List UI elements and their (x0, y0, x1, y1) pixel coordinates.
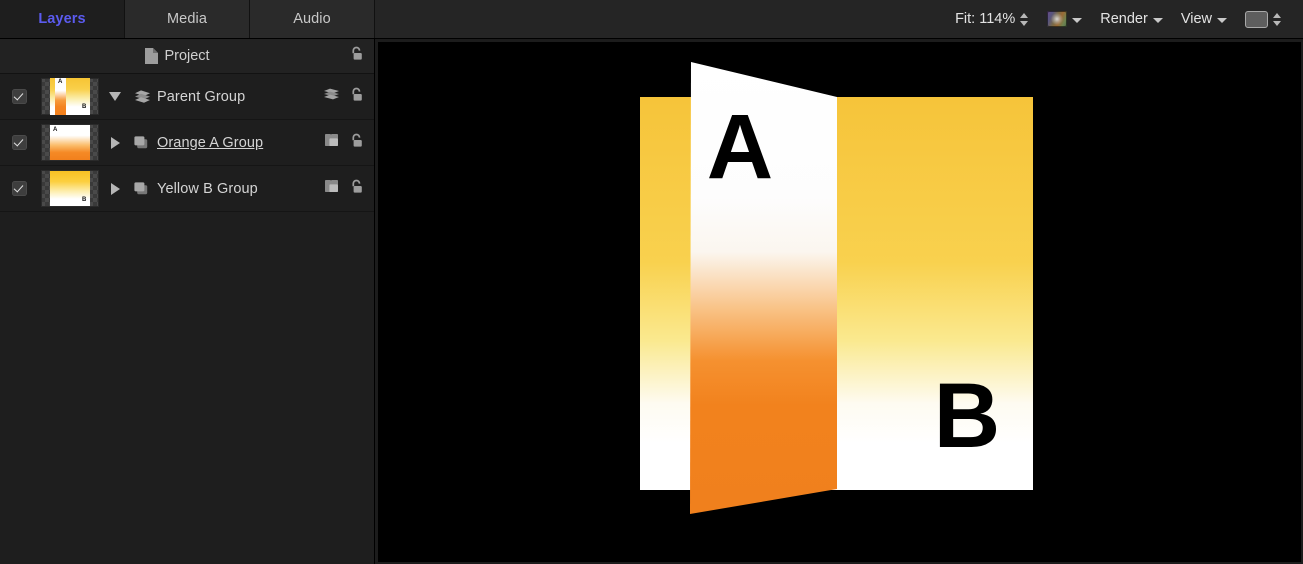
layer-row-controls (323, 178, 365, 200)
unlocked-padlock-icon[interactable] (348, 132, 365, 154)
thumbnail-letter-b: B (82, 197, 87, 203)
project-row[interactable]: Project (0, 39, 374, 74)
layer-row-controls (323, 132, 365, 154)
unlocked-padlock-icon[interactable] (348, 45, 365, 67)
chevron-down-icon (1152, 17, 1163, 23)
tab-media-label: Media (167, 11, 207, 27)
layer-name-parent-group[interactable]: Parent Group (156, 89, 322, 105)
up-down-stepper-icon[interactable] (1020, 12, 1029, 27)
group-mask-icon[interactable] (323, 178, 341, 199)
zoom-fit-label: Fit: 114% (955, 11, 1016, 27)
thumbnail-letter-b: B (82, 104, 87, 110)
render-menu-button[interactable]: Render (1091, 0, 1172, 39)
tab-audio[interactable]: Audio (250, 0, 375, 38)
layer-enable-checkbox-cell (0, 181, 38, 196)
viewer-canvas[interactable]: B A (378, 42, 1301, 562)
tab-audio-label: Audio (293, 11, 331, 27)
view-menu-button[interactable]: View (1172, 0, 1236, 39)
layer-row-yellow-b-group[interactable]: B Yellow B Group (0, 166, 374, 212)
stacked-layers-icon[interactable] (322, 87, 341, 107)
parent-group-thumbnail: A B (41, 78, 99, 115)
project-row-controls (348, 45, 365, 67)
layer-enable-checkbox-cell (0, 89, 38, 104)
yellow-b-group-thumbnail: B (41, 170, 99, 207)
viewer-toolbar: Fit: 114% Render View (946, 0, 1303, 38)
render-menu-label: Render (1100, 11, 1148, 27)
layer-row-orange-a-group[interactable]: A Orange A Group (0, 120, 374, 166)
layer-thumbnail-cell: A (38, 124, 102, 161)
up-down-stepper-icon[interactable] (1273, 12, 1282, 27)
stacked-layers-icon (128, 89, 156, 105)
canvas-object-orange-a[interactable]: A (690, 62, 837, 514)
document-page-icon (138, 47, 164, 65)
zoom-fit-control[interactable]: Fit: 114% (946, 0, 1038, 39)
viewer-layout-icon (1245, 10, 1268, 28)
canvas-artwork: B A (640, 62, 1033, 514)
checkmark-icon[interactable] (11, 181, 27, 196)
color-gradient-swatch-icon (1047, 11, 1068, 27)
layer-name-yellow-b-group[interactable]: Yellow B Group (156, 181, 323, 197)
unlocked-padlock-icon[interactable] (348, 86, 365, 108)
disclosure-triangle-right-icon[interactable] (102, 136, 128, 149)
layer-row-parent-group[interactable]: A B Parent Group (0, 74, 374, 120)
tab-layers[interactable]: Layers (0, 0, 125, 38)
disclosure-triangle-down-icon[interactable] (102, 92, 128, 101)
checkmark-icon[interactable] (11, 135, 27, 150)
tab-media[interactable]: Media (125, 0, 250, 38)
chevron-down-icon (1217, 17, 1227, 23)
tab-layers-label: Layers (38, 11, 86, 27)
canvas-letter-b: B (934, 365, 1000, 467)
layer-thumbnail-cell: B (38, 170, 102, 207)
canvas-letter-a: A (707, 96, 773, 198)
orange-a-group-thumbnail: A (41, 124, 99, 161)
render-quality-swatch-control[interactable] (1038, 0, 1091, 39)
layer-thumbnail-cell: A B (38, 78, 102, 115)
project-row-label: Project (164, 48, 210, 64)
disclosure-triangle-right-icon[interactable] (102, 182, 128, 195)
motion-layers-window: Layers Media Audio Fit: 114% Render View… (0, 0, 1303, 564)
group-mask-icon[interactable] (323, 132, 341, 153)
window-body: Project A B Parent Group A Orange A Grou… (0, 39, 1303, 564)
layers-empty-area[interactable] (0, 212, 374, 564)
top-bar: Layers Media Audio Fit: 114% Render View (0, 0, 1303, 39)
unlocked-padlock-icon[interactable] (348, 178, 365, 200)
thumbnail-letter-a: A (53, 127, 58, 133)
view-menu-label: View (1180, 11, 1212, 27)
layer-name-orange-a-group[interactable]: Orange A Group (156, 135, 323, 151)
group-squares-icon (128, 180, 156, 197)
group-squares-icon (128, 134, 156, 151)
chevron-down-icon (1072, 17, 1083, 23)
layer-enable-checkbox-cell (0, 135, 38, 150)
viewer-area: B A (375, 39, 1303, 564)
layer-row-controls (322, 86, 365, 108)
layers-panel: Project A B Parent Group A Orange A Grou… (0, 39, 375, 564)
top-bar-spacer (375, 0, 947, 38)
thumbnail-letter-a: A (58, 79, 63, 85)
viewer-layout-control[interactable] (1236, 0, 1291, 39)
panel-tab-bar: Layers Media Audio (0, 0, 375, 38)
checkmark-icon[interactable] (11, 89, 27, 104)
